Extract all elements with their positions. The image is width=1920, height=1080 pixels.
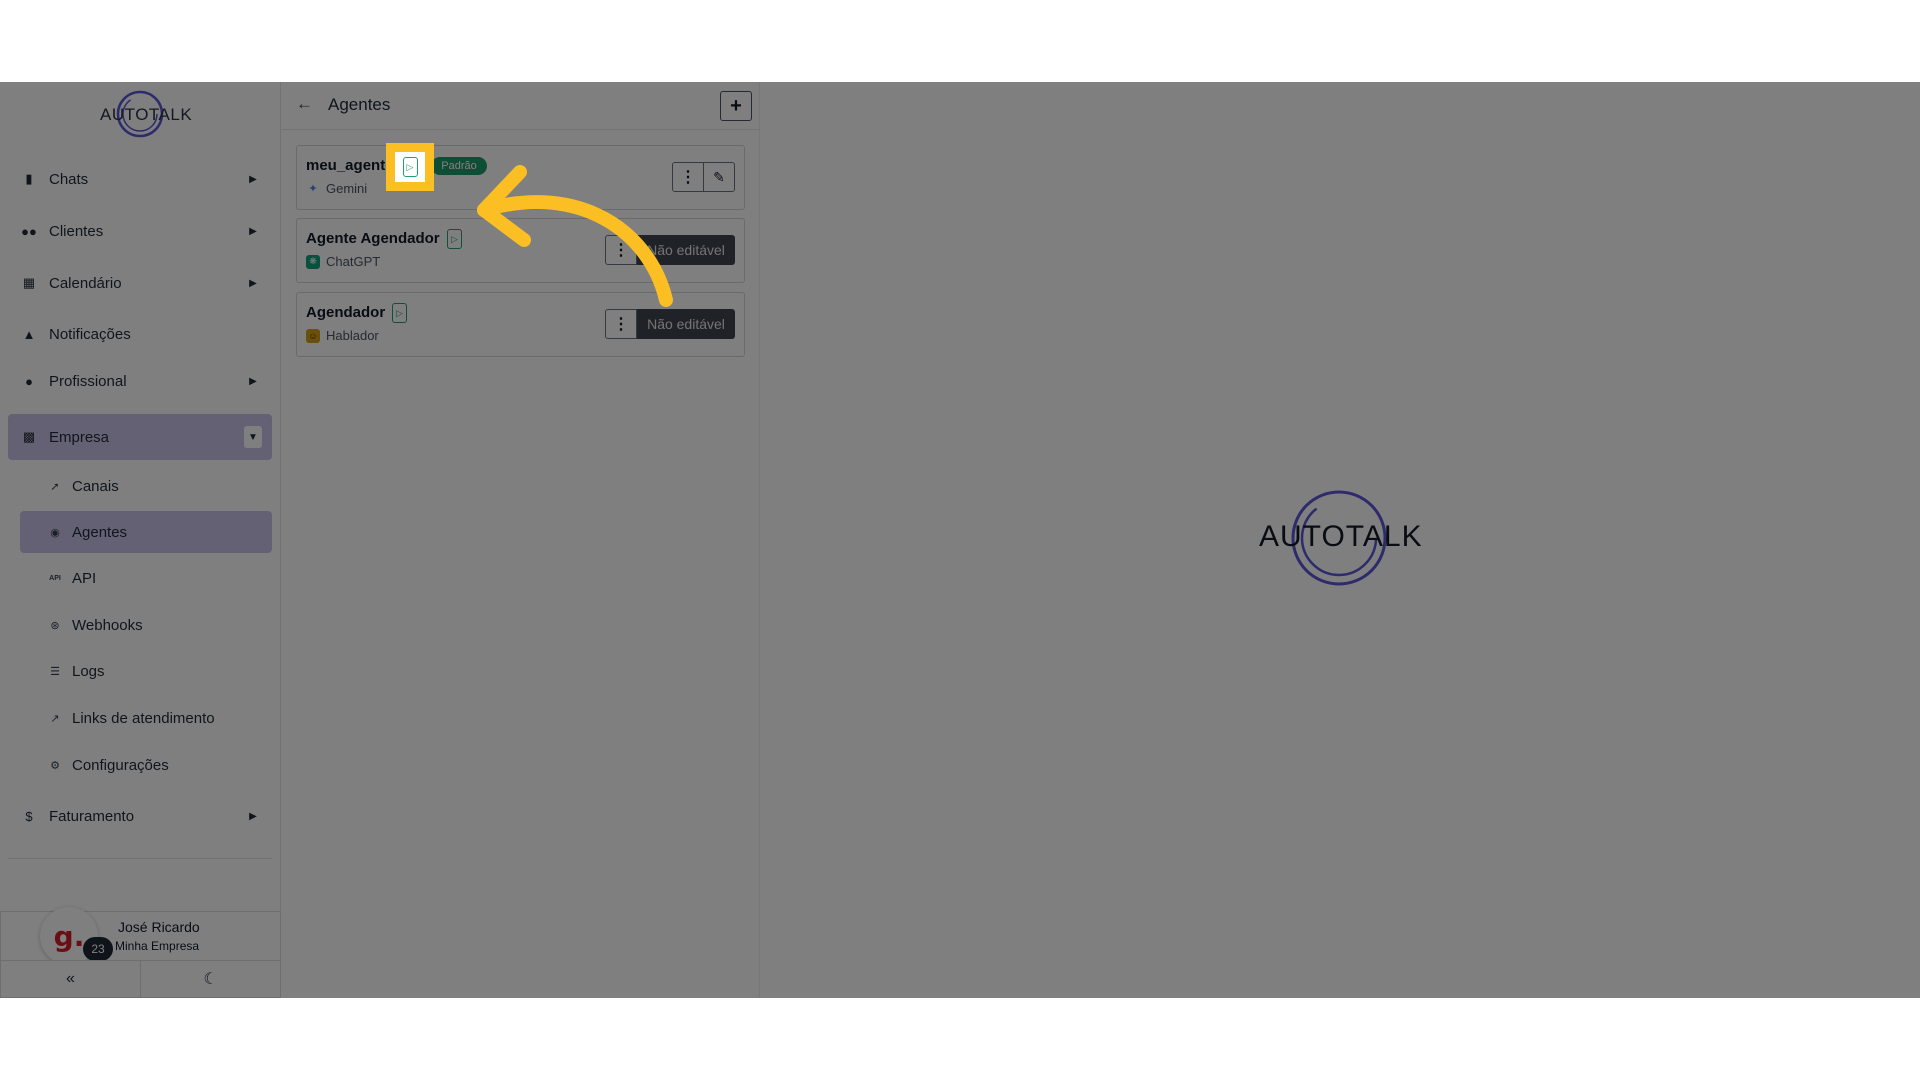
user-tie-icon: ● bbox=[25, 373, 33, 389]
sidebar-bottom-bar: « ☾ bbox=[0, 960, 281, 998]
caret-right-icon: ▶ bbox=[249, 277, 257, 289]
agent-model: ☺ Hablador bbox=[306, 328, 379, 343]
add-agent-button[interactable]: + bbox=[720, 91, 752, 121]
agent-model: ❋ ChatGPT bbox=[306, 254, 380, 269]
bell-icon: ▲ bbox=[22, 326, 36, 342]
back-arrow-icon[interactable]: ← bbox=[296, 94, 313, 114]
api-icon: API bbox=[49, 574, 61, 582]
building-icon: ▩ bbox=[22, 429, 36, 444]
agent-model-label: ChatGPT bbox=[326, 254, 381, 269]
sidebar: AUTOTALK ▮ Chats ▶ ●● Clientes ▶ ▦ Calen… bbox=[0, 82, 281, 998]
caret-right-icon: ▶ bbox=[249, 375, 257, 387]
sidebar-item-faturamento[interactable]: $ Faturamento ▶ bbox=[8, 793, 272, 839]
caret-down-icon[interactable]: ▼ bbox=[244, 426, 262, 448]
agent-model-label: Gemini bbox=[326, 181, 368, 196]
sidebar-item-label: Empresa bbox=[49, 428, 110, 446]
main-logo-text: AUTOTALK bbox=[1259, 520, 1423, 553]
dark-mode-button[interactable]: ☾ bbox=[140, 961, 280, 997]
hablador-icon: ☺ bbox=[306, 328, 320, 343]
double-chevron-left-icon: « bbox=[66, 970, 75, 987]
sidebar-subitem-links[interactable]: ↗ Links de atendimento bbox=[20, 697, 272, 739]
play-icon[interactable]: ▷ bbox=[392, 303, 407, 323]
agent-menu-button[interactable]: ⋮ bbox=[605, 309, 637, 339]
sidebar-subitem-logs[interactable]: ☰ Logs bbox=[20, 650, 272, 692]
sidebar-subitem-configuracoes[interactable]: ⚙ Configurações bbox=[20, 744, 272, 786]
rocket-icon: ➚ bbox=[50, 480, 60, 493]
sidebar-item-profissional[interactable]: ● Profissional ▶ bbox=[8, 358, 272, 404]
user-company: Minha Empresa bbox=[115, 939, 200, 953]
dollar-icon: $ bbox=[25, 808, 33, 824]
agent-model-label: Hablador bbox=[326, 328, 379, 343]
page-title: Agentes bbox=[328, 95, 391, 114]
app-window: AUTOTALK ▮ Chats ▶ ●● Clientes ▶ ▦ Calen… bbox=[0, 82, 1920, 998]
sidebar-divider bbox=[8, 858, 272, 859]
chat-icon: ▮ bbox=[25, 171, 33, 186]
calendar-icon: ▦ bbox=[22, 275, 36, 290]
caret-right-icon: ▶ bbox=[249, 810, 257, 822]
sidebar-item-label: Profissional bbox=[49, 372, 127, 390]
sidebar-item-label: Calendário bbox=[49, 274, 122, 292]
sidebar-subitem-label: Logs bbox=[72, 662, 105, 680]
sidebar-item-label: Notificações bbox=[49, 325, 131, 343]
kebab-icon: ⋮ bbox=[613, 316, 629, 333]
annotation-arrow bbox=[477, 165, 673, 307]
sidebar-item-calendario[interactable]: ▦ Calendário ▶ bbox=[8, 260, 272, 306]
highlight-box: ▷ bbox=[386, 143, 434, 191]
play-icon[interactable]: ▷ bbox=[447, 229, 462, 249]
webhook-icon: ⊛ bbox=[50, 619, 60, 632]
agent-model: ✦ Gemini bbox=[306, 181, 367, 196]
main-content: AUTOTALK bbox=[761, 82, 1920, 998]
agent-name: Agendador bbox=[306, 304, 386, 321]
sidebar-item-empresa[interactable]: ▩ Empresa ▼ bbox=[8, 414, 272, 460]
gear-icon: ⚙ bbox=[50, 759, 60, 772]
list-icon: ☰ bbox=[50, 665, 60, 678]
notification-badge: 23 bbox=[83, 937, 113, 961]
logo-text: AUTOTALK bbox=[100, 105, 193, 124]
agent-name: Agente Agendador bbox=[306, 230, 440, 247]
sidebar-subitem-label: Agentes bbox=[72, 523, 128, 541]
collapse-sidebar-button[interactable]: « bbox=[1, 961, 140, 997]
sidebar-subitem-webhooks[interactable]: ⊛ Webhooks bbox=[20, 604, 272, 646]
sidebar-item-clientes[interactable]: ●● Clientes ▶ bbox=[8, 208, 272, 254]
user-name: José Ricardo bbox=[118, 919, 200, 935]
sidebar-item-notificacoes[interactable]: ▲ Notificações bbox=[8, 311, 272, 357]
sidebar-subitem-agentes[interactable]: ◉ Agentes bbox=[20, 511, 272, 553]
sidebar-subitem-label: Canais bbox=[72, 477, 119, 495]
main-logo: AUTOTALK bbox=[1257, 488, 1423, 588]
sidebar-subitem-label: Webhooks bbox=[72, 616, 143, 634]
play-icon[interactable]: ▷ bbox=[402, 157, 418, 177]
sidebar-subitem-label: Links de atendimento bbox=[72, 709, 215, 727]
chatgpt-icon: ❋ bbox=[306, 254, 320, 269]
caret-right-icon: ▶ bbox=[249, 173, 257, 185]
sidebar-item-label: Clientes bbox=[49, 222, 104, 240]
sidebar-subitem-label: Configurações bbox=[72, 756, 169, 774]
sidebar-subitem-label: API bbox=[72, 569, 97, 587]
not-editable-label: Não editável bbox=[637, 309, 735, 339]
sidebar-item-label: Faturamento bbox=[49, 807, 135, 825]
users-icon: ●● bbox=[21, 223, 37, 239]
gemini-icon: ✦ bbox=[308, 183, 318, 195]
robot-icon: ◉ bbox=[50, 526, 60, 539]
plus-icon: + bbox=[730, 94, 742, 117]
moon-icon: ☾ bbox=[203, 971, 218, 988]
highlight-inner: ▷ bbox=[395, 152, 425, 182]
edit-agent-button[interactable]: ✎ bbox=[704, 162, 735, 192]
external-link-icon: ↗ bbox=[50, 712, 60, 725]
user-profile[interactable]: g. 23 José Ricardo Minha Empresa bbox=[0, 907, 281, 965]
sidebar-subitem-canais[interactable]: ➚ Canais bbox=[20, 465, 272, 507]
sidebar-item-label: Chats bbox=[49, 170, 89, 188]
caret-right-icon: ▶ bbox=[249, 225, 257, 237]
sidebar-item-chats[interactable]: ▮ Chats ▶ bbox=[8, 156, 272, 202]
edit-icon: ✎ bbox=[713, 168, 725, 185]
agent-name: meu_agente bbox=[306, 157, 394, 174]
sidebar-logo[interactable]: AUTOTALK bbox=[98, 90, 192, 138]
sidebar-subitem-api[interactable]: API API bbox=[20, 557, 272, 599]
